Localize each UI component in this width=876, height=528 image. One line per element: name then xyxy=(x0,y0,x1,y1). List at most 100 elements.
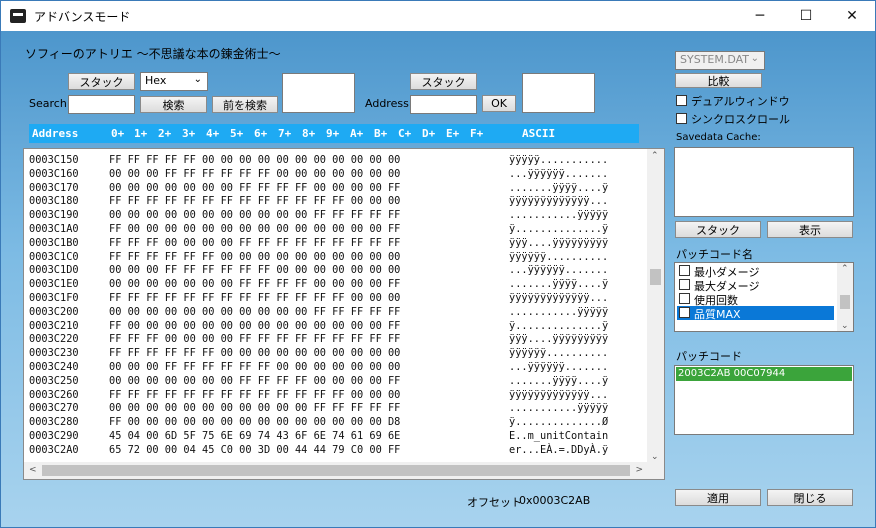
hex-row-ascii[interactable]: ÿÿÿÿÿÿ.......... xyxy=(509,251,608,263)
hex-row-address: 0003C2A0 xyxy=(29,443,79,456)
hex-row-bytes[interactable]: 45 04 00 6D 5F 75 6E 69 74 43 6F 6E 74 6… xyxy=(109,430,400,442)
hex-row-ascii[interactable]: E..m_unitContain xyxy=(509,430,608,442)
hex-row-ascii[interactable]: ...ÿÿÿÿÿÿ....... xyxy=(509,361,608,373)
address-ok-button[interactable]: OK xyxy=(482,95,516,112)
patch-item-selected[interactable]: 品質MAX xyxy=(677,306,834,321)
hex-row-ascii[interactable]: er...EÀ.=.DDyÀ.ÿ xyxy=(509,444,608,456)
patch-code-item[interactable]: 2003C2AB 00C07944 xyxy=(676,367,852,381)
hex-row-bytes[interactable]: FF FF FF 00 00 00 00 FF FF FF FF FF FF F… xyxy=(109,333,400,345)
hex-row-bytes[interactable]: 00 00 00 00 00 00 00 FF FF FF FF 00 00 0… xyxy=(109,182,400,194)
hex-row-bytes[interactable]: 00 00 00 FF FF FF FF FF FF 00 00 00 00 0… xyxy=(109,168,400,180)
patch-list-scroll-thumb[interactable] xyxy=(840,295,850,309)
hex-row-address: 0003C1F0 xyxy=(29,292,79,304)
hex-row-bytes[interactable]: FF FF FF FF FF FF FF FF FF FF FF FF FF 0… xyxy=(109,195,400,207)
hex-row-ascii[interactable]: ÿ..............Ø xyxy=(509,416,608,428)
cache-show-button[interactable]: 表示 xyxy=(767,221,853,238)
search-stack-button[interactable]: スタック xyxy=(68,73,135,90)
hex-row-bytes[interactable]: 00 00 00 00 00 00 00 00 00 00 00 FF FF F… xyxy=(109,209,400,221)
address-input[interactable] xyxy=(410,95,477,114)
hex-row-ascii[interactable]: ...ÿÿÿÿÿÿ....... xyxy=(509,168,608,180)
hex-row-ascii[interactable]: .......ÿÿÿÿ....ÿ xyxy=(509,278,608,290)
cache-stack-button[interactable]: スタック xyxy=(675,221,761,238)
hex-row-ascii[interactable]: ...ÿÿÿÿÿÿ....... xyxy=(509,264,608,276)
patch-checkbox[interactable] xyxy=(679,265,690,276)
chevron-down-icon: ⌄ xyxy=(750,53,759,64)
hex-row-bytes[interactable]: FF FF FF FF FF FF FF FF FF FF FF FF FF 0… xyxy=(109,389,400,401)
apply-button[interactable]: 適用 xyxy=(675,489,761,506)
file-select[interactable]: SYSTEM.DAT ⌄ xyxy=(675,51,765,70)
close-window-button[interactable]: ✕ xyxy=(829,1,875,31)
minimize-button[interactable]: ─ xyxy=(737,1,783,31)
vertical-scroll-thumb[interactable] xyxy=(650,269,661,285)
patch-checkbox[interactable] xyxy=(679,293,690,304)
hex-row-ascii[interactable]: ÿÿÿÿÿ........... xyxy=(509,154,608,166)
patch-code-list[interactable]: 2003C2AB 00C07944 xyxy=(674,365,854,435)
hex-row-ascii[interactable]: ...........ÿÿÿÿÿ xyxy=(509,306,608,318)
hex-row-bytes[interactable]: FF FF FF FF FF FF 00 00 00 00 00 00 00 0… xyxy=(109,251,400,263)
sync-scroll-checkbox[interactable] xyxy=(676,113,687,124)
col-header: D+ xyxy=(422,127,436,140)
scroll-right-icon[interactable]: > xyxy=(635,465,643,475)
search-mode-select[interactable]: Hex ⌄ xyxy=(140,72,208,91)
sync-scroll-label: シンクロスクロール xyxy=(691,113,790,126)
patch-checkbox[interactable] xyxy=(679,307,690,318)
hex-row-ascii[interactable]: ÿ..............ÿ xyxy=(509,223,608,235)
hex-row-ascii[interactable]: ÿÿÿÿÿÿÿÿÿÿÿÿÿ... xyxy=(509,389,608,401)
horizontal-scrollbar[interactable]: < > xyxy=(24,462,648,479)
hex-row-bytes[interactable]: FF FF FF FF FF FF FF FF FF FF FF FF FF 0… xyxy=(109,292,400,304)
patch-name-list[interactable]: 最小ダメージ 最大ダメージ 使用回数 品質MAX ⌃ ⌄ xyxy=(674,262,854,332)
scroll-down-icon[interactable]: ⌄ xyxy=(651,452,659,462)
hex-row-bytes[interactable]: 00 00 00 00 00 00 00 00 00 00 00 FF FF F… xyxy=(109,402,400,414)
col-header: 5+ xyxy=(230,127,244,140)
patch-list-scrollbar[interactable]: ⌃ ⌄ xyxy=(837,263,853,331)
hex-view[interactable]: 0003C150 FF FF FF FF FF 00 00 00 00 00 00… xyxy=(23,148,665,480)
hex-row-ascii[interactable]: .......ÿÿÿÿ....ÿ xyxy=(509,375,608,387)
hex-row-ascii[interactable]: .......ÿÿÿÿ....ÿ xyxy=(509,182,608,194)
scroll-left-icon[interactable]: < xyxy=(29,465,37,475)
col-header: E+ xyxy=(446,127,460,140)
hex-row-bytes[interactable]: FF 00 00 00 00 00 00 00 00 00 00 00 00 0… xyxy=(109,223,400,235)
savedata-cache-box[interactable] xyxy=(674,147,854,217)
hex-row-bytes[interactable]: FF 00 00 00 00 00 00 00 00 00 00 00 00 0… xyxy=(109,416,400,428)
patch-item[interactable]: 使用回数 xyxy=(677,292,834,307)
dual-window-checkbox[interactable] xyxy=(676,95,687,106)
hex-row-ascii[interactable]: ÿÿÿÿÿÿÿÿÿÿÿÿÿ... xyxy=(509,292,608,304)
search-input[interactable] xyxy=(68,95,135,114)
hex-row-ascii[interactable]: ...........ÿÿÿÿÿ xyxy=(509,402,608,414)
hex-row-ascii[interactable]: ÿÿÿ....ÿÿÿÿÿÿÿÿÿ xyxy=(509,237,608,249)
hex-row-bytes[interactable]: 65 72 00 00 04 45 C0 00 3D 00 44 44 79 C… xyxy=(109,444,400,456)
col-header: 4+ xyxy=(206,127,220,140)
scroll-up-icon[interactable]: ⌃ xyxy=(841,264,849,274)
search-prev-button[interactable]: 前を検索 xyxy=(212,96,278,113)
hex-row-address: 0003C240 xyxy=(29,361,79,373)
hex-row-ascii[interactable]: ÿÿÿÿÿÿ.......... xyxy=(509,347,608,359)
hex-row-bytes[interactable]: 00 00 00 00 00 00 00 FF FF FF FF 00 00 0… xyxy=(109,375,400,387)
patch-item[interactable]: 最小ダメージ xyxy=(677,264,834,279)
search-button[interactable]: 検索 xyxy=(140,96,207,113)
patch-item[interactable]: 最大ダメージ xyxy=(677,278,834,293)
hex-row-bytes[interactable]: 00 00 00 FF FF FF FF FF FF 00 00 00 00 0… xyxy=(109,264,400,276)
hex-row-ascii[interactable]: ...........ÿÿÿÿÿ xyxy=(509,209,608,221)
vertical-scrollbar[interactable]: ⌃ ⌄ xyxy=(647,149,664,463)
hex-row-bytes[interactable]: FF FF FF FF FF 00 00 00 00 00 00 00 00 0… xyxy=(109,154,400,166)
compare-button[interactable]: 比較 xyxy=(675,73,762,88)
close-button[interactable]: 閉じる xyxy=(767,489,853,506)
hex-row-bytes[interactable]: FF 00 00 00 00 00 00 00 00 00 00 00 00 0… xyxy=(109,320,400,332)
patch-checkbox[interactable] xyxy=(679,279,690,290)
hex-row-ascii[interactable]: ÿÿÿÿÿÿÿÿÿÿÿÿÿ... xyxy=(509,195,608,207)
horizontal-scroll-thumb[interactable] xyxy=(42,465,630,476)
hex-row-bytes[interactable]: 00 00 00 00 00 00 00 FF FF FF FF 00 00 0… xyxy=(109,278,400,290)
hex-row-ascii[interactable]: ÿÿÿ....ÿÿÿÿÿÿÿÿÿ xyxy=(509,333,608,345)
hex-row-bytes[interactable]: FF FF FF 00 00 00 00 FF FF FF FF FF FF F… xyxy=(109,237,400,249)
hex-row-address: 0003C250 xyxy=(29,374,79,387)
maximize-button[interactable]: ☐ xyxy=(783,1,829,31)
address-stack-button[interactable]: スタック xyxy=(410,73,477,90)
hex-row-address: 0003C260 xyxy=(29,388,79,401)
hex-row-bytes[interactable]: 00 00 00 FF FF FF FF FF FF 00 00 00 00 0… xyxy=(109,361,400,373)
scroll-up-icon[interactable]: ⌃ xyxy=(651,151,659,161)
hex-row-bytes[interactable]: FF FF FF FF FF FF 00 00 00 00 00 00 00 0… xyxy=(109,347,400,359)
hex-row-bytes[interactable]: 00 00 00 00 00 00 00 00 00 00 00 FF FF F… xyxy=(109,306,400,318)
scroll-down-icon[interactable]: ⌄ xyxy=(841,321,849,331)
col-header: 8+ xyxy=(302,127,316,140)
hex-row-ascii[interactable]: ÿ..............ÿ xyxy=(509,320,608,332)
